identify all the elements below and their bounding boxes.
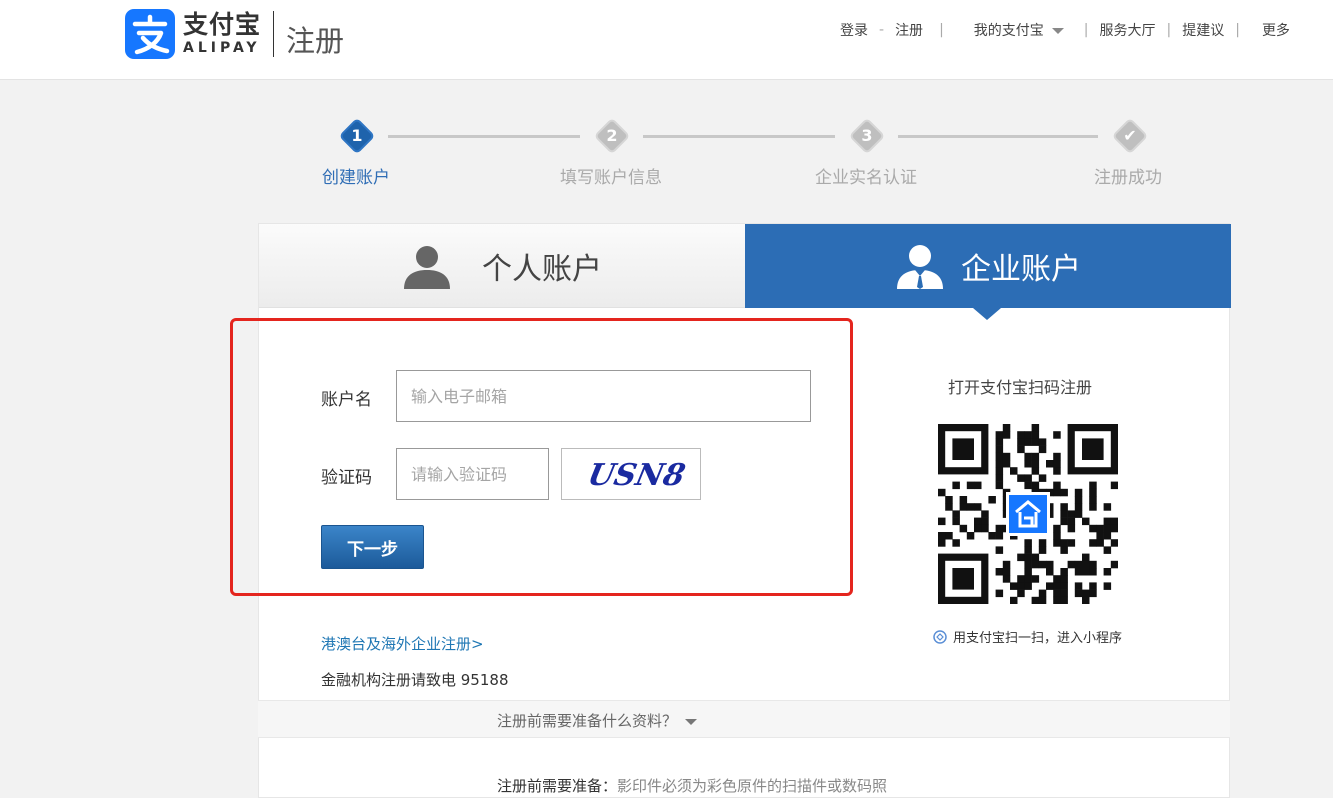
nav-separator: - bbox=[879, 22, 885, 38]
tab-enterprise-label: 企业账户 bbox=[961, 252, 1081, 287]
nav-my-alipay-dropdown[interactable]: 我的支付宝 bbox=[974, 20, 1064, 40]
prep-note-text: 影印件必须为彩色原件的扫描件或数码照 bbox=[617, 777, 888, 795]
step-2-label: 填写账户信息 bbox=[560, 168, 662, 188]
tab-personal-label: 个人账户 bbox=[482, 251, 602, 287]
prep-info-toggle-label: 注册前需要准备什么资料？ bbox=[497, 712, 678, 730]
nav-separator: | bbox=[939, 22, 944, 38]
captcha-image[interactable]: USN8 bbox=[561, 448, 701, 500]
step-complete-check-icon: ✔ bbox=[1111, 117, 1149, 155]
step-1-icon: 1 bbox=[338, 117, 376, 155]
logo-divider bbox=[273, 11, 275, 57]
alipay-logo[interactable]: 支付宝 ALIPAY 注册 bbox=[125, 8, 344, 60]
logo-english-text: ALIPAY bbox=[183, 40, 261, 56]
next-step-button[interactable]: 下一步 bbox=[321, 525, 424, 569]
step-connector bbox=[898, 135, 1098, 138]
tab-enterprise-account[interactable]: 企业账户 bbox=[745, 224, 1231, 308]
header: 支付宝 ALIPAY 注册 登录 - 注册 | 我的支付宝 | 服务大厅 | 提… bbox=[0, 0, 1333, 80]
top-navigation: 登录 - 注册 | 我的支付宝 | 服务大厅 | 提建议 | 更多 bbox=[840, 20, 1290, 40]
business-user-icon bbox=[897, 245, 943, 289]
account-name-label: 账户名 bbox=[321, 390, 372, 410]
nav-separator: | bbox=[1235, 22, 1240, 38]
step-3-label: 企业实名认证 bbox=[815, 168, 917, 188]
prep-note-label: 注册前需要准备： bbox=[497, 777, 618, 795]
step-1-label: 创建账户 bbox=[322, 168, 390, 188]
page-title: 注册 bbox=[286, 24, 345, 58]
nav-login-link[interactable]: 登录 bbox=[840, 20, 868, 40]
mini-program-icon bbox=[933, 629, 947, 644]
captcha-input[interactable] bbox=[396, 448, 549, 500]
qr-code bbox=[938, 424, 1119, 605]
qr-title: 打开支付宝扫码注册 bbox=[948, 378, 1093, 397]
nav-my-alipay-label: 我的支付宝 bbox=[973, 23, 1044, 39]
nav-service-hall-link[interactable]: 服务大厅 bbox=[1100, 20, 1156, 40]
nav-separator: | bbox=[1166, 22, 1172, 38]
captcha-label: 验证码 bbox=[321, 468, 372, 488]
overseas-registration-link[interactable]: 港澳台及海外企业注册> bbox=[321, 633, 484, 654]
user-icon bbox=[404, 245, 450, 289]
step-2-icon: 2 bbox=[593, 117, 631, 155]
qr-caption: 用支付宝扫一扫，进入小程序 bbox=[933, 627, 1122, 646]
prep-info-toggle[interactable]: 注册前需要准备什么资料？ bbox=[497, 710, 698, 731]
tab-personal-account[interactable]: 个人账户 bbox=[259, 224, 745, 308]
nav-register-link[interactable]: 注册 bbox=[895, 20, 923, 40]
prep-info-bar bbox=[258, 700, 1230, 738]
chevron-down-icon bbox=[685, 718, 698, 725]
step-4-label: 注册成功 bbox=[1094, 168, 1162, 188]
nav-suggest-link[interactable]: 提建议 bbox=[1182, 20, 1224, 40]
active-tab-pointer bbox=[973, 308, 1001, 320]
captcha-text: USN8 bbox=[585, 458, 688, 493]
step-connector bbox=[643, 135, 835, 138]
chevron-down-icon bbox=[1051, 28, 1064, 34]
alipay-logo-icon bbox=[125, 9, 175, 59]
financial-institution-note: 金融机构注册请致电 95188 bbox=[321, 671, 509, 689]
nav-more-link[interactable]: 更多 bbox=[1262, 20, 1290, 40]
step-3-icon: 3 bbox=[848, 117, 886, 155]
prep-note: 注册前需要准备：影印件必须为彩色原件的扫描件或数码照 bbox=[497, 775, 887, 796]
account-name-input[interactable] bbox=[396, 370, 811, 422]
qr-caption-text: 用支付宝扫一扫，进入小程序 bbox=[953, 631, 1123, 646]
logo-chinese-text: 支付宝 bbox=[183, 10, 262, 39]
step-connector bbox=[388, 135, 580, 138]
nav-separator: | bbox=[1083, 22, 1089, 38]
